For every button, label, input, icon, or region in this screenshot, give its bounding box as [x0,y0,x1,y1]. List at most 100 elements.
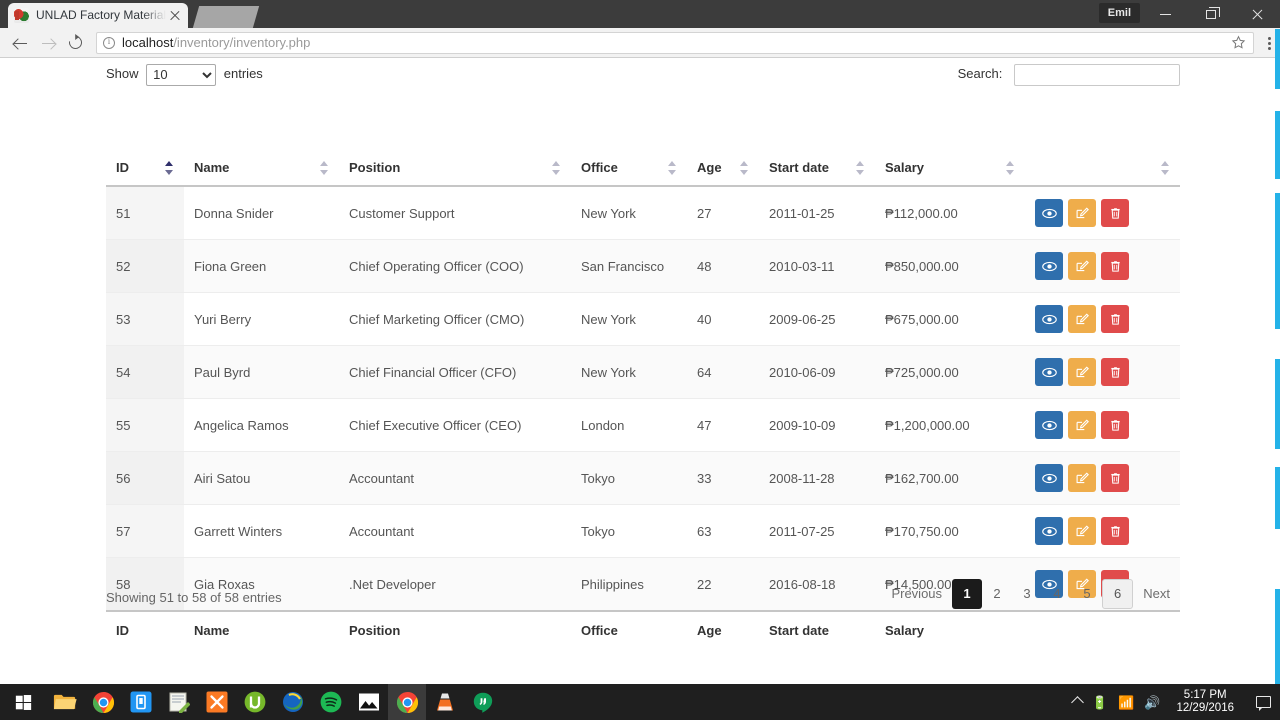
bookmark-star-icon[interactable] [1231,34,1247,51]
table-row[interactable]: 57 Garrett Winters Accountant Tokyo 63 2011-0… [106,504,1180,558]
view-button[interactable] [1035,517,1063,545]
column-header-name[interactable]: Name [184,151,339,187]
sort-icon-asc[interactable] [165,161,176,175]
browser-tab[interactable]: UNLAD Factory Materials [8,3,188,28]
utorrent-icon[interactable] [236,684,274,720]
sort-icon[interactable] [1161,161,1172,175]
pagination: Previous 1 2 3 4 5 6 Next [881,579,1180,609]
table-row[interactable]: 52 Fiona Green Chief Operating Officer (CO… [106,239,1180,293]
file-explorer-icon[interactable] [46,684,84,720]
pagination-previous[interactable]: Previous [881,579,952,609]
view-button[interactable] [1035,411,1063,439]
close-icon[interactable] [168,9,182,23]
trash-icon [1109,259,1122,273]
vlc-icon[interactable] [426,684,464,720]
view-button[interactable] [1035,464,1063,492]
hangouts-icon[interactable] [464,684,502,720]
column-header-start-date[interactable]: Start date [759,151,875,187]
photos-icon[interactable] [350,684,388,720]
table-info-text: Showing 51 to 58 of 58 entries [106,590,282,605]
xampp-icon[interactable] [198,684,236,720]
edit-button[interactable] [1068,411,1096,439]
column-header-office[interactable]: Office [571,151,687,187]
view-button[interactable] [1035,199,1063,227]
view-button[interactable] [1035,358,1063,386]
wifi-icon[interactable]: 📶 [1118,696,1134,709]
forward-button[interactable] [34,28,62,58]
minimize-button[interactable] [1142,0,1188,28]
notepad-icon[interactable] [160,684,198,720]
table-row[interactable]: 53 Yuri Berry Chief Marketing Officer (CMO… [106,292,1180,346]
entries-select[interactable]: 102550100 [146,63,217,86]
pencil-square-icon [1075,365,1089,379]
table-row[interactable]: 54 Paul Byrd Chief Financial Officer (CFO)… [106,345,1180,399]
table-row[interactable]: 55 Angelica Ramos Chief Executive Officer … [106,398,1180,452]
volume-icon[interactable]: 🔊 [1144,696,1160,709]
edit-button[interactable] [1068,358,1096,386]
delete-button[interactable] [1101,464,1129,492]
column-label: Office [581,160,618,175]
delete-button[interactable] [1101,411,1129,439]
pagination-page-6[interactable]: 6 [1102,579,1134,609]
column-header-actions[interactable] [1025,151,1180,187]
delete-button[interactable] [1101,305,1129,333]
view-button[interactable] [1035,252,1063,280]
column-header-age[interactable]: Age [687,151,759,187]
row-cell-position: Chief Financial Officer (CFO) [339,345,571,399]
window-close-button[interactable] [1234,0,1280,28]
pagination-page-2[interactable]: 2 [982,579,1012,609]
pagination-next[interactable]: Next [1133,579,1180,609]
reload-button[interactable] [62,28,90,58]
column-header-id[interactable]: ID [106,151,184,187]
edit-button[interactable] [1068,464,1096,492]
battery-icon[interactable]: 🔋 [1092,696,1108,709]
taskbar-clock[interactable]: 5:17 PM 12/29/2016 [1170,689,1240,715]
eye-icon [1041,524,1057,539]
new-tab-button[interactable] [192,6,260,28]
delete-button[interactable] [1101,358,1129,386]
row-cell-start-date: 2009-06-25 [759,292,875,346]
pagination-page-5[interactable]: 5 [1072,579,1102,609]
row-cell-name: Fiona Green [184,239,339,293]
sort-icon[interactable] [668,161,679,175]
edit-button[interactable] [1068,517,1096,545]
pagination-page-4[interactable]: 4 [1042,579,1072,609]
delete-button[interactable] [1101,199,1129,227]
table-row[interactable]: 51 Donna Snider Customer Support New York 27… [106,185,1180,240]
show-hidden-icons-icon[interactable] [1071,695,1084,709]
sort-icon[interactable] [552,161,563,175]
row-cell-id: 54 [106,345,184,399]
edit-button[interactable] [1068,305,1096,333]
table-row[interactable]: 56 Airi Satou Accountant Tokyo 33 2008-11-28 ₱… [106,451,1180,505]
media-icon[interactable] [274,684,312,720]
column-header-salary[interactable]: Salary [875,151,1025,187]
capture-edge-artifact [1275,29,1280,684]
back-button[interactable] [6,28,34,58]
sort-icon[interactable] [320,161,331,175]
edit-button[interactable] [1068,252,1096,280]
address-bar[interactable]: localhost/inventory/inventory.php [96,31,1254,54]
maximize-button[interactable] [1188,0,1234,28]
app-blue-icon[interactable] [122,684,160,720]
sort-icon[interactable] [856,161,867,175]
delete-button[interactable] [1101,517,1129,545]
pagination-page-1[interactable]: 1 [952,579,983,609]
pagination-page-3[interactable]: 3 [1012,579,1042,609]
eye-icon [1041,418,1057,433]
chrome-active-icon[interactable] [388,684,426,720]
column-header-position[interactable]: Position [339,151,571,187]
spotify-icon[interactable] [312,684,350,720]
delete-button[interactable] [1101,252,1129,280]
system-tray: 🔋 📶 🔊 5:17 PM 12/29/2016 [1069,684,1280,720]
chrome-icon[interactable] [84,684,122,720]
sort-icon[interactable] [740,161,751,175]
action-center-button[interactable] [1250,684,1276,720]
view-button[interactable] [1035,305,1063,333]
site-info-icon[interactable] [103,36,115,49]
sort-icon[interactable] [1006,161,1017,175]
profile-badge[interactable]: Emil [1098,3,1140,23]
speech-bubble-icon [1255,696,1271,711]
edit-button[interactable] [1068,199,1096,227]
start-button[interactable] [0,684,46,720]
search-input[interactable] [1014,63,1180,86]
